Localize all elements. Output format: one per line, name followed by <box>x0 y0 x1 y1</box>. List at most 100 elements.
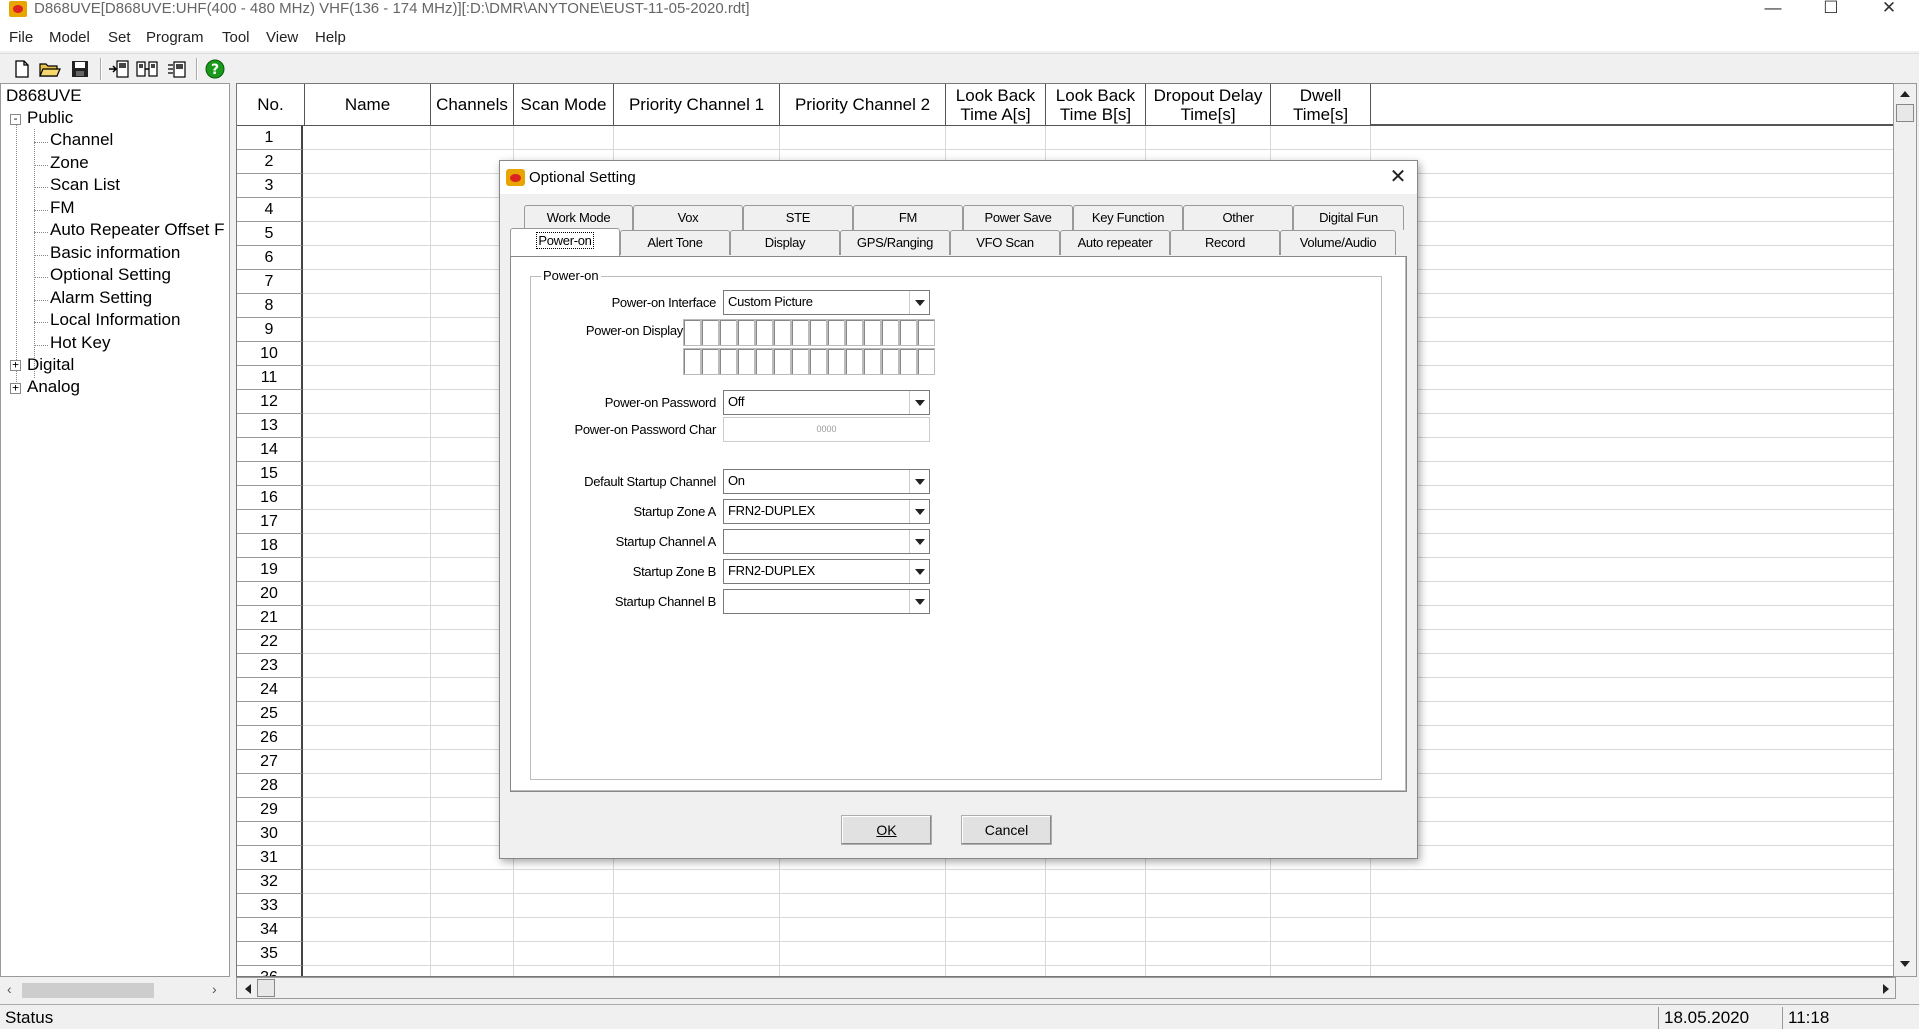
close-window-button[interactable]: ✕ <box>1860 0 1918 22</box>
power-on-display-char-cell[interactable] <box>737 348 755 375</box>
power-on-display-char-cell[interactable] <box>809 348 827 375</box>
menu-set[interactable]: Set <box>108 29 131 46</box>
row-number[interactable]: 27 <box>237 750 303 774</box>
startup-zone-a-select[interactable]: FRN2-DUPLEX <box>723 499 930 524</box>
menu-help[interactable]: Help <box>315 29 346 46</box>
default-startup-channel-select[interactable]: On <box>723 469 930 494</box>
power-on-interface-select[interactable]: Custom Picture <box>723 290 930 315</box>
row-number[interactable]: 35 <box>237 942 303 966</box>
menu-tool[interactable]: Tool <box>222 29 250 46</box>
chevron-down-icon[interactable] <box>909 560 929 583</box>
ok-button[interactable]: OK <box>841 815 932 845</box>
power-on-display-char-cell[interactable] <box>701 348 719 375</box>
menu-view[interactable]: View <box>266 29 298 46</box>
row-number[interactable]: 31 <box>237 846 303 870</box>
row-number[interactable]: 2 <box>237 150 303 174</box>
tree-item-local-information[interactable]: Local Information <box>50 310 180 330</box>
row-number[interactable]: 6 <box>237 246 303 270</box>
power-on-display-row-2[interactable] <box>683 348 935 375</box>
scroll-up-icon[interactable] <box>1899 89 1911 99</box>
tab-volume-audio[interactable]: Volume/Audio <box>1280 230 1396 255</box>
tab-work-mode[interactable]: Work Mode <box>524 205 633 230</box>
row-number[interactable]: 36 <box>237 966 303 976</box>
power-on-display-char-cell[interactable] <box>863 319 881 346</box>
row-number[interactable]: 3 <box>237 174 303 198</box>
row-number[interactable]: 23 <box>237 654 303 678</box>
power-on-display-char-cell[interactable] <box>755 319 773 346</box>
menu-program[interactable]: Program <box>146 29 204 46</box>
row-number[interactable]: 13 <box>237 414 303 438</box>
tab-fm[interactable]: FM <box>853 205 963 230</box>
tree-item-basic-information[interactable]: Basic information <box>50 243 180 263</box>
row-number[interactable]: 17 <box>237 510 303 534</box>
row-number[interactable]: 29 <box>237 798 303 822</box>
power-on-display-char-cell[interactable] <box>683 319 701 346</box>
power-on-display-char-cell[interactable] <box>701 319 719 346</box>
row-number[interactable]: 24 <box>237 678 303 702</box>
expand-icon[interactable]: + <box>10 359 21 371</box>
row-number[interactable]: 1 <box>237 126 303 150</box>
grid-vertical-scrollbar[interactable] <box>1893 83 1917 977</box>
power-on-display-char-cell[interactable] <box>719 348 737 375</box>
tree-root[interactable]: D868UVE <box>6 86 82 106</box>
upgrade-icon[interactable] <box>165 57 189 80</box>
power-on-display-char-cell[interactable] <box>863 348 881 375</box>
power-on-display-char-cell[interactable] <box>755 348 773 375</box>
column-header-look-back-time-a[interactable]: Look Back Time A[s] <box>946 84 1046 125</box>
power-on-display-char-cell[interactable] <box>899 348 917 375</box>
row-number[interactable]: 14 <box>237 438 303 462</box>
power-on-display-char-cell[interactable] <box>773 319 791 346</box>
power-on-display-char-cell[interactable] <box>881 348 899 375</box>
write-to-radio-icon[interactable] <box>135 57 159 80</box>
power-on-display-char-cell[interactable] <box>719 319 737 346</box>
tab-other[interactable]: Other <box>1183 205 1293 230</box>
chevron-down-icon[interactable] <box>909 470 929 493</box>
chevron-down-icon[interactable] <box>909 590 929 613</box>
row-number[interactable]: 19 <box>237 558 303 582</box>
scroll-left-icon[interactable] <box>243 983 253 995</box>
column-header-priority-channel-2[interactable]: Priority Channel 2 <box>780 84 946 125</box>
tree-item-hot-key[interactable]: Hot Key <box>50 333 110 353</box>
tree-item-optional-setting[interactable]: Optional Setting <box>50 265 171 285</box>
new-file-icon[interactable] <box>10 57 34 80</box>
read-from-radio-icon[interactable] <box>107 57 131 80</box>
tab-power-save[interactable]: Power Save <box>963 205 1073 230</box>
scrollbar-thumb[interactable] <box>1896 104 1914 122</box>
row-number[interactable]: 7 <box>237 270 303 294</box>
row-number[interactable]: 25 <box>237 702 303 726</box>
row-number[interactable]: 9 <box>237 318 303 342</box>
power-on-display-char-cell[interactable] <box>845 348 863 375</box>
column-header-scan-mode[interactable]: Scan Mode <box>514 84 614 125</box>
row-number[interactable]: 4 <box>237 198 303 222</box>
startup-channel-b-select[interactable] <box>723 589 930 614</box>
scrollbar-thumb[interactable] <box>22 983 154 998</box>
power-on-display-char-cell[interactable] <box>773 348 791 375</box>
chevron-down-icon[interactable] <box>909 291 929 314</box>
column-header-look-back-time-b[interactable]: Look Back Time B[s] <box>1046 84 1146 125</box>
power-on-display-char-cell[interactable] <box>917 348 935 375</box>
help-icon[interactable]: ? <box>203 57 227 80</box>
power-on-display-char-cell[interactable] <box>791 348 809 375</box>
power-on-display-char-cell[interactable] <box>683 348 701 375</box>
scroll-right-icon[interactable]: › <box>212 981 217 997</box>
row-number[interactable]: 34 <box>237 918 303 942</box>
row-number[interactable]: 32 <box>237 870 303 894</box>
tree-horizontal-scrollbar[interactable]: ‹ › <box>0 978 230 1002</box>
tree-item-alarm-setting[interactable]: Alarm Setting <box>50 288 152 308</box>
scroll-left-icon[interactable]: ‹ <box>7 981 12 997</box>
power-on-password-char-input[interactable]: 0000 <box>723 417 930 442</box>
tab-gps-ranging[interactable]: GPS/Ranging <box>840 230 950 255</box>
row-number[interactable]: 21 <box>237 606 303 630</box>
tree-item-fm[interactable]: FM <box>50 198 75 218</box>
tab-power-on[interactable]: Power-on <box>510 228 620 256</box>
minimize-button[interactable]: — <box>1744 0 1802 22</box>
tab-auto-repeater[interactable]: Auto repeater <box>1060 230 1170 255</box>
chevron-down-icon[interactable] <box>909 391 929 414</box>
maximize-button[interactable]: ☐ <box>1802 0 1860 22</box>
cancel-button[interactable]: Cancel <box>961 815 1052 845</box>
row-number[interactable]: 8 <box>237 294 303 318</box>
tab-key-function[interactable]: Key Function <box>1073 205 1183 230</box>
chevron-down-icon[interactable] <box>909 500 929 523</box>
expand-icon[interactable]: + <box>10 382 21 394</box>
column-header-dwell-time[interactable]: Dwell Time[s] <box>1271 84 1371 125</box>
